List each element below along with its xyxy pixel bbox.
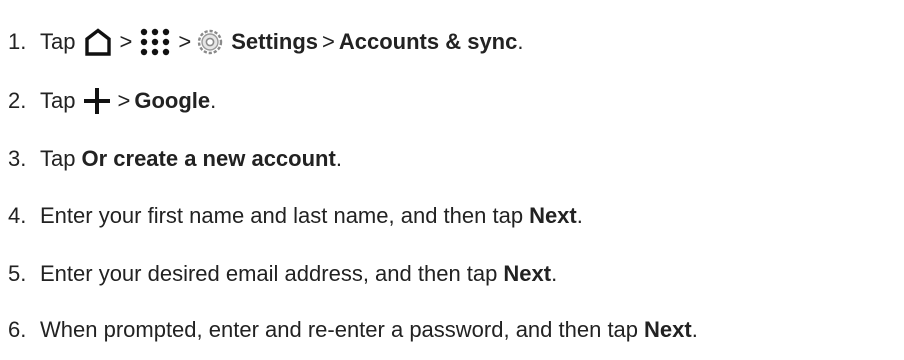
step-1: 1. Tap > > Settings > Accounts & sync . xyxy=(0,22,523,62)
step-4: 4. Enter your first name and last name, … xyxy=(0,196,583,236)
step-text: Enter your desired email address, and th… xyxy=(40,261,498,286)
step-number: 2. xyxy=(8,88,27,113)
next-label: Next xyxy=(503,261,552,286)
step-6: 6. When prompted, enter and re-enter a p… xyxy=(0,310,698,350)
period: . xyxy=(335,146,342,171)
separator: > xyxy=(322,29,335,54)
step-number: 1. xyxy=(8,29,27,54)
step-number: 5. xyxy=(8,261,27,286)
step-text: When prompted, enter and re-enter a pass… xyxy=(40,317,639,342)
instruction-steps: 1. Tap > > Settings > Accounts & sync . … xyxy=(0,0,904,360)
period: . xyxy=(517,29,524,54)
step-2: 2. Tap > Google . xyxy=(0,81,216,121)
step-number: 3. xyxy=(8,146,27,171)
period: . xyxy=(691,317,698,342)
create-account-label: Or create a new account xyxy=(81,146,336,171)
plus-icon xyxy=(83,87,111,115)
period: . xyxy=(576,203,583,228)
gear-icon xyxy=(197,29,223,55)
next-label: Next xyxy=(529,203,577,228)
step-number: 6. xyxy=(8,317,27,342)
google-label: Google xyxy=(134,88,211,113)
step-3: 3. Tap Or create a new account . xyxy=(0,139,342,179)
apps-grid-icon xyxy=(138,27,172,57)
step-5: 5. Enter your desired email address, and… xyxy=(0,254,557,294)
step-number: 4. xyxy=(8,203,27,228)
next-label: Next xyxy=(644,317,692,342)
accounts-sync-label: Accounts & sync xyxy=(338,29,518,54)
separator: > xyxy=(117,88,131,113)
settings-label: Settings xyxy=(231,29,318,54)
step-text: Tap xyxy=(40,146,76,171)
separator: > xyxy=(119,29,133,54)
step-text: Tap xyxy=(40,29,76,54)
separator: > xyxy=(178,29,192,54)
step-text: Tap xyxy=(40,88,76,113)
period: . xyxy=(210,88,217,113)
home-icon xyxy=(83,28,113,56)
period: . xyxy=(551,261,558,286)
step-text: Enter your first name and last name, and… xyxy=(40,203,524,228)
